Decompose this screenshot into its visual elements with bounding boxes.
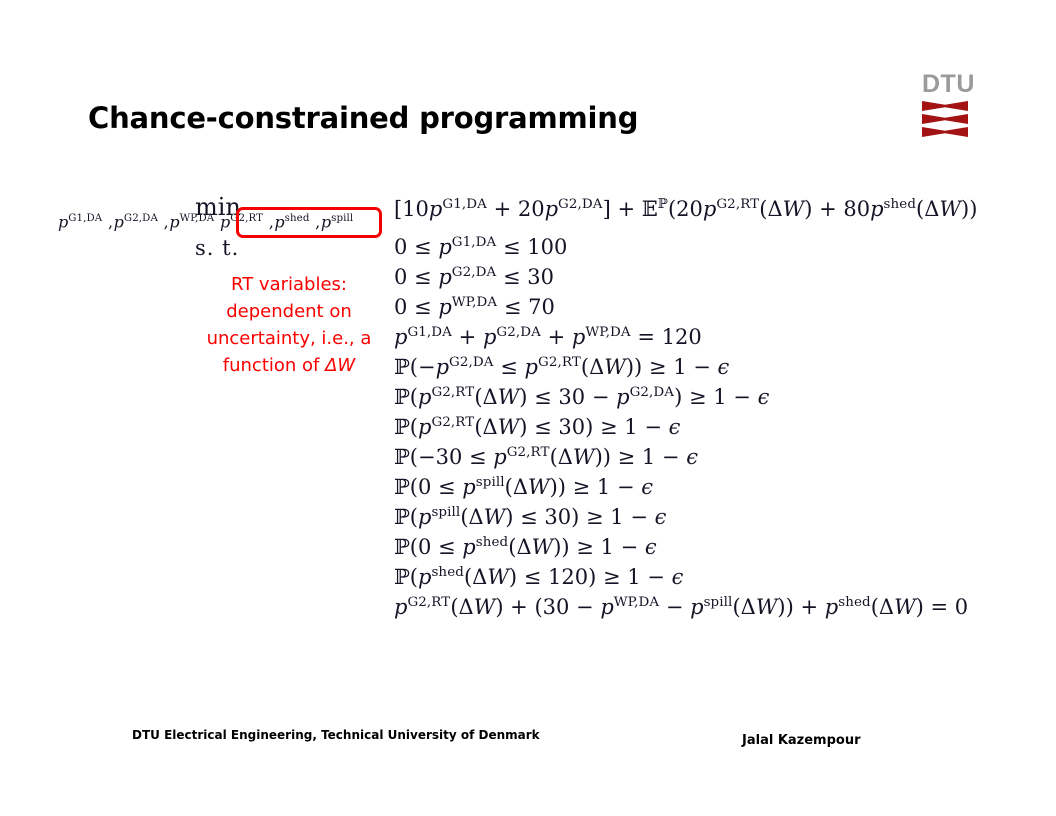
dtu-logo-text: DTU — [922, 70, 975, 98]
slide: DTU Chance-constrained programming min p… — [0, 0, 1056, 816]
page-title: Chance-constrained programming — [88, 101, 639, 135]
objective-function: [10pG1,DA + 20pG2,DA] + 𝔼ℙ(20pG2,RT(ΔW) … — [394, 197, 978, 221]
subject-to-label: s. t. — [195, 236, 240, 260]
dtu-logo-marks — [922, 101, 984, 137]
constraint-cc-g2rt-upper-30: ℙ(pG2,RT(ΔW) ≤ 30) ≥ 1 − ϵ — [394, 415, 681, 439]
annotation-line-4-text: function of — [222, 355, 326, 376]
annotation-line-3: uncertainty, i.e., a — [206, 328, 372, 349]
constraint-cc-spill-upper-30: ℙ(pspill(ΔW) ≤ 30) ≥ 1 − ϵ — [394, 505, 667, 529]
dtu-bowtie-icon — [922, 101, 968, 111]
constraint-bound-wp-da: 0 ≤ pWP,DA ≤ 70 — [394, 295, 555, 319]
dtu-bowtie-icon — [922, 114, 968, 124]
rt-variables-annotation: RT variables: dependent on uncertainty, … — [175, 271, 403, 379]
rt-variables-highlight-box — [236, 207, 382, 238]
optimization-model: [10pG1,DA + 20pG2,DA] + 𝔼ℙ(20pG2,RT(ΔW) … — [394, 190, 978, 619]
constraint-cc-shed-upper-120: ℙ(pshed(ΔW) ≤ 120) ≥ 1 − ϵ — [394, 565, 684, 589]
constraint-bound-g1-da: 0 ≤ pG1,DA ≤ 100 — [394, 235, 568, 259]
dtu-bowtie-icon — [922, 127, 968, 137]
footer-affiliation: DTU Electrical Engineering, Technical Un… — [132, 728, 540, 742]
delta-w-symbol: ΔW — [325, 355, 356, 376]
constraint-cc-g2rt-upper-by-da: ℙ(pG2,RT(ΔW) ≤ 30 − pG2,DA) ≥ 1 − ϵ — [394, 385, 770, 409]
footer-author: Jalal Kazempour — [742, 733, 861, 748]
constraint-cc-shed-lower-0: ℙ(0 ≤ pshed(ΔW)) ≥ 1 − ϵ — [394, 535, 657, 559]
dtu-logo: DTU — [922, 72, 984, 140]
constraint-cc-g2rt-lower-by-da: ℙ(−pG2,DA ≤ pG2,RT(ΔW)) ≥ 1 − ϵ — [394, 355, 730, 379]
constraint-cc-g2rt-lower-30: ℙ(−30 ≤ pG2,RT(ΔW)) ≥ 1 − ϵ — [394, 445, 698, 469]
constraint-power-balance-da: pG1,DA + pG2,DA + pWP,DA = 120 — [394, 325, 702, 349]
constraint-cc-spill-lower-0: ℙ(0 ≤ pspill(ΔW)) ≥ 1 − ϵ — [394, 475, 653, 499]
constraint-bound-g2-da: 0 ≤ pG2,DA ≤ 30 — [394, 265, 554, 289]
annotation-line-4: function of ΔW — [175, 352, 403, 379]
constraint-power-balance-rt: pG2,RT(ΔW) + (30 − pWP,DA − pspill(ΔW)) … — [394, 595, 969, 619]
annotation-line-2: dependent on — [226, 301, 352, 322]
annotation-line-1: RT variables: — [231, 274, 347, 295]
